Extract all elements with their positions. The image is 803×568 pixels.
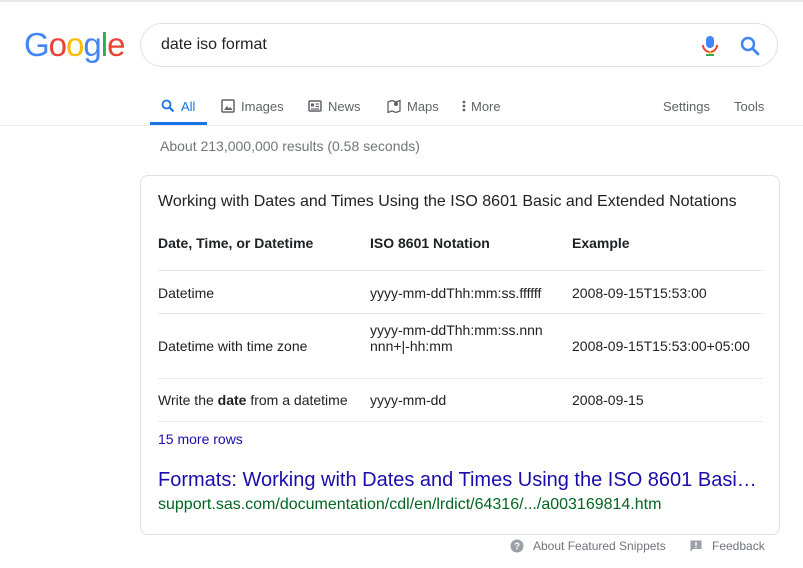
result-title-link[interactable]: Formats: Working with Dates and Times Us… <box>158 469 763 492</box>
table-row: Datetime yyyy-mm-ddThh:mm:ss.ffffff 2008… <box>158 271 763 314</box>
snippet-title: Working with Dates and Times Using the I… <box>158 193 737 210</box>
microphone-icon[interactable] <box>701 35 719 57</box>
tab-more[interactable]: More <box>460 88 501 124</box>
news-icon <box>307 98 323 114</box>
feedback-icon <box>690 540 702 552</box>
tab-label: Settings <box>663 98 710 114</box>
tabs-divider <box>0 125 803 126</box>
logo-letter: o <box>66 26 84 63</box>
table-row: Datetime with time zone yyyy-mm-ddThh:mm… <box>158 314 763 379</box>
tab-tools[interactable]: Tools <box>734 88 764 124</box>
table-header-cell: ISO 8601 Notation <box>370 235 490 251</box>
help-icon: ? <box>510 539 524 553</box>
tab-label: News <box>328 98 361 114</box>
search-icon <box>160 98 176 114</box>
logo-letter: e <box>107 26 125 63</box>
footer-label: About Featured Snippets <box>533 539 666 553</box>
tab-label: Tools <box>734 98 765 114</box>
map-pin-icon <box>386 98 402 114</box>
table-cell: yyyy-mm-ddThh:mm:ss.nnnnnn+|-hh:mm <box>370 322 543 354</box>
result-url[interactable]: support.sas.com/documentation/cdl/en/lrd… <box>158 496 661 514</box>
table-cell: 2008-09-15 <box>572 392 644 408</box>
image-icon <box>220 98 236 114</box>
table-cell: Write the date from a datetime <box>158 392 348 408</box>
tab-news[interactable]: News <box>307 88 361 124</box>
table-cell: yyyy-mm-dd <box>370 392 447 408</box>
table-cell: Datetime <box>158 285 215 301</box>
cell-text: Write the <box>158 392 218 408</box>
logo-letter: G <box>24 26 50 63</box>
tab-all[interactable]: All <box>160 88 195 124</box>
feedback-button[interactable]: Feedback <box>689 538 765 554</box>
table-header-cell: Date, Time, or Datetime <box>158 235 314 251</box>
more-vert-icon <box>460 98 468 114</box>
table-header-cell: Example <box>572 235 630 251</box>
tab-label: More <box>471 98 501 114</box>
table-cell: 2008-09-15T15:53:00 <box>572 285 707 301</box>
featured-snippet: Working with Dates and Times Using the I… <box>140 175 780 535</box>
result-stats: About 213,000,000 results (0.58 seconds) <box>160 138 420 154</box>
logo-letter: g <box>83 26 101 63</box>
table-header-row: Date, Time, or Datetime ISO 8601 Notatio… <box>158 228 763 271</box>
footer-label: Feedback <box>712 539 765 553</box>
tab-label: Images <box>241 98 284 114</box>
table-cell: yyyy-mm-ddThh:mm:ss.ffffff <box>370 285 542 301</box>
search-tabs: All Images News Maps More Settings Tools <box>0 88 803 126</box>
table-cell: 2008-09-15T15:53:00+05:00 <box>572 338 750 354</box>
tab-label: Maps <box>407 98 439 114</box>
svg-text:?: ? <box>514 542 520 553</box>
table-row: Write the date from a datetime yyyy-mm-d… <box>158 379 763 422</box>
tab-maps[interactable]: Maps <box>386 88 439 124</box>
tab-settings[interactable]: Settings <box>663 88 710 124</box>
cell-text: from a datetime <box>246 392 348 408</box>
search-icon[interactable] <box>739 35 761 57</box>
logo-letter: o <box>48 26 67 63</box>
tab-label: All <box>181 98 196 114</box>
snippet-table: Date, Time, or Datetime ISO 8601 Notatio… <box>158 228 763 422</box>
search-box <box>140 23 778 67</box>
top-border <box>0 0 803 2</box>
table-cell: Datetime with time zone <box>158 338 308 354</box>
more-rows-link[interactable]: 15 more rows <box>158 431 243 447</box>
tab-images[interactable]: Images <box>220 88 284 124</box>
google-logo[interactable]: Google <box>24 26 125 64</box>
search-input[interactable] <box>161 24 681 66</box>
about-featured-snippets[interactable]: ? About Featured Snippets <box>510 538 666 554</box>
highlighted-term: date <box>217 392 247 408</box>
